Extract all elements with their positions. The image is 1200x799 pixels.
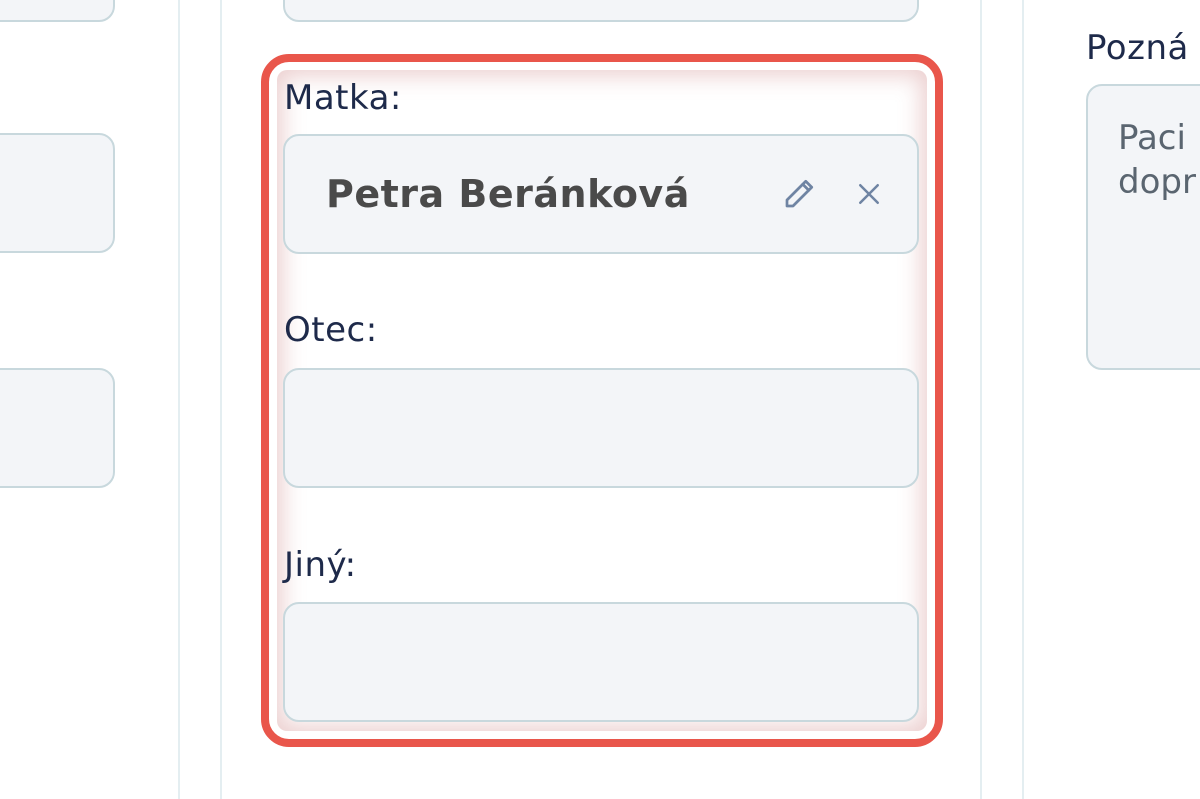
notes-textarea[interactable]: Paci dopr xyxy=(1086,84,1200,370)
column-divider xyxy=(178,0,180,799)
father-field[interactable] xyxy=(283,368,919,488)
column-divider xyxy=(220,0,222,799)
left-field-top[interactable] xyxy=(0,0,115,22)
mother-field[interactable]: Petra Beránková xyxy=(283,134,919,254)
notes-label: Pozná xyxy=(1086,28,1189,68)
notes-text: Paci dopr xyxy=(1118,118,1196,202)
previous-field[interactable] xyxy=(283,0,919,22)
left-field-2[interactable] xyxy=(0,368,115,488)
close-icon[interactable] xyxy=(847,172,891,216)
pencil-icon[interactable] xyxy=(777,172,821,216)
left-field-1[interactable] xyxy=(0,133,115,253)
father-label: Otec: xyxy=(284,310,378,350)
column-divider xyxy=(980,0,982,799)
other-field[interactable] xyxy=(283,602,919,722)
mother-label: Matka: xyxy=(284,78,402,118)
other-label: Jiný: xyxy=(284,545,357,585)
mother-value: Petra Beránková xyxy=(326,172,690,216)
column-divider xyxy=(1022,0,1024,799)
